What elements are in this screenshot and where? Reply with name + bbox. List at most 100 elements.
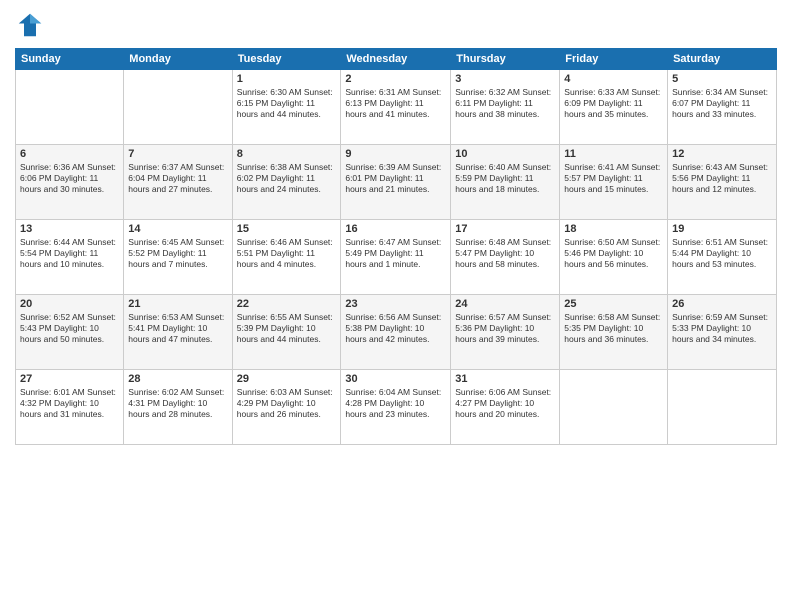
day-number: 17 bbox=[455, 223, 555, 235]
calendar-cell: 23 Sunrise: 6:56 AM Sunset: 5:38 PM Dayli… bbox=[341, 295, 451, 370]
day-info: Sunrise: 6:53 AM Sunset: 5:41 PM Dayligh… bbox=[128, 312, 227, 345]
calendar-cell: 29 Sunrise: 6:03 AM Sunset: 4:29 PM Dayli… bbox=[232, 370, 341, 445]
calendar-header-friday: Friday bbox=[560, 49, 668, 70]
day-info: Sunrise: 6:40 AM Sunset: 5:59 PM Dayligh… bbox=[455, 162, 555, 195]
calendar-header-monday: Monday bbox=[124, 49, 232, 70]
calendar-header-saturday: Saturday bbox=[668, 49, 777, 70]
calendar-cell: 14 Sunrise: 6:45 AM Sunset: 5:52 PM Dayli… bbox=[124, 220, 232, 295]
day-info: Sunrise: 6:44 AM Sunset: 5:54 PM Dayligh… bbox=[20, 237, 119, 270]
calendar-cell: 19 Sunrise: 6:51 AM Sunset: 5:44 PM Dayli… bbox=[668, 220, 777, 295]
calendar-cell: 4 Sunrise: 6:33 AM Sunset: 6:09 PM Daylig… bbox=[560, 70, 668, 145]
day-info: Sunrise: 6:37 AM Sunset: 6:04 PM Dayligh… bbox=[128, 162, 227, 195]
calendar-cell: 11 Sunrise: 6:41 AM Sunset: 5:57 PM Dayli… bbox=[560, 145, 668, 220]
day-info: Sunrise: 6:45 AM Sunset: 5:52 PM Dayligh… bbox=[128, 237, 227, 270]
day-info: Sunrise: 6:02 AM Sunset: 4:31 PM Dayligh… bbox=[128, 387, 227, 420]
day-info: Sunrise: 6:47 AM Sunset: 5:49 PM Dayligh… bbox=[345, 237, 446, 270]
day-number: 27 bbox=[20, 373, 119, 385]
calendar-cell: 5Sunrise: 6:34 AM Sunset: 6:07 PM Daylig… bbox=[668, 70, 777, 145]
calendar-week-row: 27 Sunrise: 6:01 AM Sunset: 4:32 PM Dayli… bbox=[16, 370, 777, 445]
day-info: Sunrise: 6:52 AM Sunset: 5:43 PM Dayligh… bbox=[20, 312, 119, 345]
day-number: 29 bbox=[237, 373, 337, 385]
day-number: 31 bbox=[455, 373, 555, 385]
calendar-week-row: 20Sunrise: 6:52 AM Sunset: 5:43 PM Dayli… bbox=[16, 295, 777, 370]
calendar-cell: 2 Sunrise: 6:31 AM Sunset: 6:13 PM Daylig… bbox=[341, 70, 451, 145]
logo bbox=[15, 10, 49, 40]
calendar-cell bbox=[560, 370, 668, 445]
day-info: Sunrise: 6:34 AM Sunset: 6:07 PM Dayligh… bbox=[672, 87, 772, 120]
day-info: Sunrise: 6:32 AM Sunset: 6:11 PM Dayligh… bbox=[455, 87, 555, 120]
day-number: 21 bbox=[128, 298, 227, 310]
calendar-header-wednesday: Wednesday bbox=[341, 49, 451, 70]
logo-icon bbox=[15, 10, 45, 40]
day-info: Sunrise: 6:33 AM Sunset: 6:09 PM Dayligh… bbox=[564, 87, 663, 120]
calendar-week-row: 1 Sunrise: 6:30 AM Sunset: 6:15 PM Daylig… bbox=[16, 70, 777, 145]
calendar-week-row: 13 Sunrise: 6:44 AM Sunset: 5:54 PM Dayli… bbox=[16, 220, 777, 295]
day-info: Sunrise: 6:55 AM Sunset: 5:39 PM Dayligh… bbox=[237, 312, 337, 345]
day-info: Sunrise: 6:04 AM Sunset: 4:28 PM Dayligh… bbox=[345, 387, 446, 420]
day-number: 1 bbox=[237, 73, 337, 85]
day-number: 7 bbox=[128, 148, 227, 160]
calendar-header-tuesday: Tuesday bbox=[232, 49, 341, 70]
day-number: 19 bbox=[672, 223, 772, 235]
calendar-cell: 15 Sunrise: 6:46 AM Sunset: 5:51 PM Dayli… bbox=[232, 220, 341, 295]
calendar-cell bbox=[124, 70, 232, 145]
day-info: Sunrise: 6:43 AM Sunset: 5:56 PM Dayligh… bbox=[672, 162, 772, 195]
calendar-cell: 6Sunrise: 6:36 AM Sunset: 6:06 PM Daylig… bbox=[16, 145, 124, 220]
day-info: Sunrise: 6:56 AM Sunset: 5:38 PM Dayligh… bbox=[345, 312, 446, 345]
day-info: Sunrise: 6:31 AM Sunset: 6:13 PM Dayligh… bbox=[345, 87, 446, 120]
day-info: Sunrise: 6:06 AM Sunset: 4:27 PM Dayligh… bbox=[455, 387, 555, 420]
day-number: 14 bbox=[128, 223, 227, 235]
day-info: Sunrise: 6:36 AM Sunset: 6:06 PM Dayligh… bbox=[20, 162, 119, 195]
day-info: Sunrise: 6:01 AM Sunset: 4:32 PM Dayligh… bbox=[20, 387, 119, 420]
header bbox=[15, 10, 777, 40]
calendar-cell: 13 Sunrise: 6:44 AM Sunset: 5:54 PM Dayli… bbox=[16, 220, 124, 295]
calendar-cell: 16Sunrise: 6:47 AM Sunset: 5:49 PM Dayli… bbox=[341, 220, 451, 295]
calendar-cell: 20Sunrise: 6:52 AM Sunset: 5:43 PM Dayli… bbox=[16, 295, 124, 370]
day-number: 9 bbox=[345, 148, 446, 160]
day-number: 28 bbox=[128, 373, 227, 385]
calendar-cell: 17 Sunrise: 6:48 AM Sunset: 5:47 PM Dayli… bbox=[451, 220, 560, 295]
calendar-cell: 1 Sunrise: 6:30 AM Sunset: 6:15 PM Daylig… bbox=[232, 70, 341, 145]
calendar-cell: 22Sunrise: 6:55 AM Sunset: 5:39 PM Dayli… bbox=[232, 295, 341, 370]
day-info: Sunrise: 6:57 AM Sunset: 5:36 PM Dayligh… bbox=[455, 312, 555, 345]
day-number: 24 bbox=[455, 298, 555, 310]
calendar-cell: 27 Sunrise: 6:01 AM Sunset: 4:32 PM Dayli… bbox=[16, 370, 124, 445]
day-number: 15 bbox=[237, 223, 337, 235]
calendar-cell: 21 Sunrise: 6:53 AM Sunset: 5:41 PM Dayli… bbox=[124, 295, 232, 370]
day-number: 2 bbox=[345, 73, 446, 85]
calendar-cell: 8Sunrise: 6:38 AM Sunset: 6:02 PM Daylig… bbox=[232, 145, 341, 220]
day-info: Sunrise: 6:41 AM Sunset: 5:57 PM Dayligh… bbox=[564, 162, 663, 195]
day-number: 13 bbox=[20, 223, 119, 235]
day-number: 4 bbox=[564, 73, 663, 85]
day-info: Sunrise: 6:46 AM Sunset: 5:51 PM Dayligh… bbox=[237, 237, 337, 270]
day-number: 8 bbox=[237, 148, 337, 160]
day-info: Sunrise: 6:30 AM Sunset: 6:15 PM Dayligh… bbox=[237, 87, 337, 120]
calendar-cell bbox=[16, 70, 124, 145]
calendar-cell: 28 Sunrise: 6:02 AM Sunset: 4:31 PM Dayli… bbox=[124, 370, 232, 445]
page: SundayMondayTuesdayWednesdayThursdayFrid… bbox=[0, 0, 792, 612]
day-number: 23 bbox=[345, 298, 446, 310]
calendar-cell: 10 Sunrise: 6:40 AM Sunset: 5:59 PM Dayli… bbox=[451, 145, 560, 220]
day-info: Sunrise: 6:51 AM Sunset: 5:44 PM Dayligh… bbox=[672, 237, 772, 270]
day-number: 18 bbox=[564, 223, 663, 235]
day-number: 26 bbox=[672, 298, 772, 310]
calendar-cell: 24 Sunrise: 6:57 AM Sunset: 5:36 PM Dayli… bbox=[451, 295, 560, 370]
calendar-cell: 30Sunrise: 6:04 AM Sunset: 4:28 PM Dayli… bbox=[341, 370, 451, 445]
day-number: 12 bbox=[672, 148, 772, 160]
day-number: 11 bbox=[564, 148, 663, 160]
calendar-header-thursday: Thursday bbox=[451, 49, 560, 70]
day-info: Sunrise: 6:59 AM Sunset: 5:33 PM Dayligh… bbox=[672, 312, 772, 345]
calendar-table: SundayMondayTuesdayWednesdayThursdayFrid… bbox=[15, 48, 777, 445]
calendar-cell: 9Sunrise: 6:39 AM Sunset: 6:01 PM Daylig… bbox=[341, 145, 451, 220]
calendar-cell: 7 Sunrise: 6:37 AM Sunset: 6:04 PM Daylig… bbox=[124, 145, 232, 220]
calendar-cell: 25 Sunrise: 6:58 AM Sunset: 5:35 PM Dayli… bbox=[560, 295, 668, 370]
day-info: Sunrise: 6:58 AM Sunset: 5:35 PM Dayligh… bbox=[564, 312, 663, 345]
calendar-cell: 3 Sunrise: 6:32 AM Sunset: 6:11 PM Daylig… bbox=[451, 70, 560, 145]
day-info: Sunrise: 6:03 AM Sunset: 4:29 PM Dayligh… bbox=[237, 387, 337, 420]
day-info: Sunrise: 6:48 AM Sunset: 5:47 PM Dayligh… bbox=[455, 237, 555, 270]
day-number: 3 bbox=[455, 73, 555, 85]
calendar-cell bbox=[668, 370, 777, 445]
day-number: 25 bbox=[564, 298, 663, 310]
day-number: 10 bbox=[455, 148, 555, 160]
day-info: Sunrise: 6:50 AM Sunset: 5:46 PM Dayligh… bbox=[564, 237, 663, 270]
